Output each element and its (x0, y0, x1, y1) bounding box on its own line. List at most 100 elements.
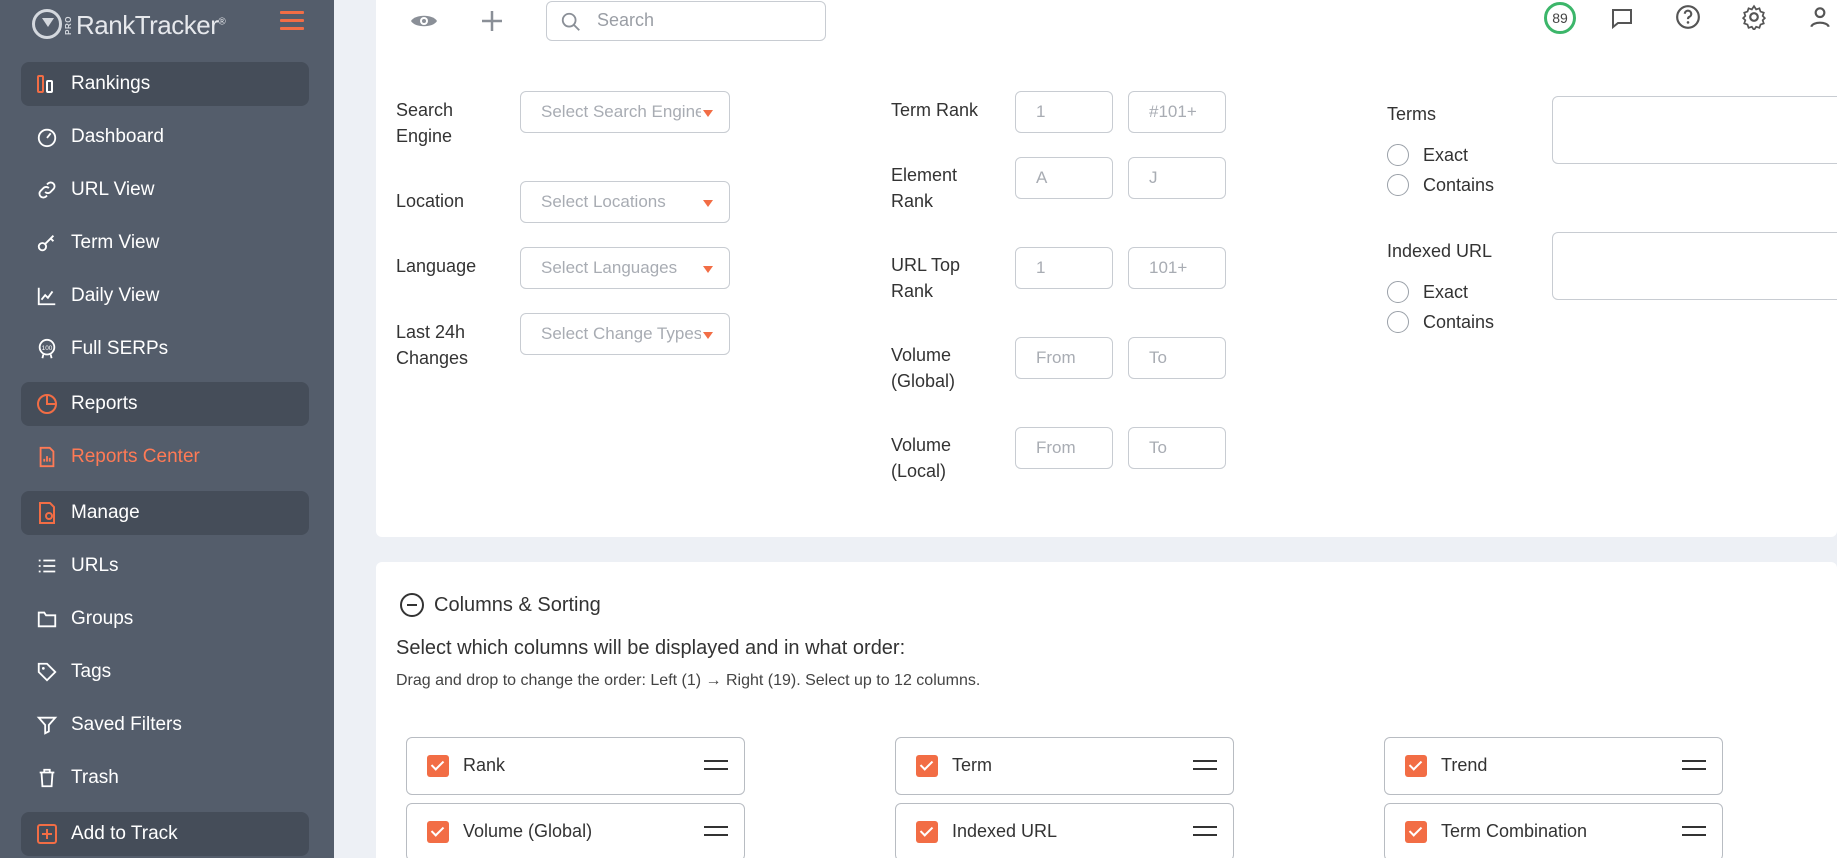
search-input[interactable] (597, 10, 807, 31)
radio-label: Contains (1423, 311, 1495, 332)
registered-mark: ® (218, 16, 226, 28)
drag-handle-icon[interactable] (704, 760, 728, 772)
checkbox[interactable] (916, 755, 938, 777)
logo-badge: PRO (64, 16, 73, 35)
volume-local-to-input[interactable] (1128, 427, 1226, 469)
columns-subtitle: Select which columns will be displayed a… (396, 637, 906, 659)
element-rank-from-input[interactable] (1015, 157, 1113, 199)
checkbox[interactable] (427, 821, 449, 843)
drag-handle-icon[interactable] (1682, 760, 1706, 772)
plus-square-icon (35, 822, 59, 846)
column-item-term[interactable]: Term (895, 737, 1234, 795)
volume-global-from-input[interactable] (1015, 337, 1113, 379)
rankings-icon (35, 72, 59, 96)
hamburger-menu-icon[interactable] (280, 11, 304, 31)
change-types-select[interactable]: Select Change Types (520, 313, 730, 355)
checkbox[interactable] (427, 755, 449, 777)
indexed-url-textarea[interactable] (1552, 232, 1837, 300)
sidebar-item-reports[interactable]: Reports (21, 382, 309, 426)
filter-icon (35, 713, 59, 737)
manage-doc-icon (35, 501, 59, 525)
column-label: Term (952, 755, 992, 775)
search-engine-select[interactable]: Select Search Engine (520, 91, 730, 133)
column-item-volume-global[interactable]: Volume (Global) (406, 803, 745, 858)
drag-handle-icon[interactable] (1193, 826, 1217, 838)
column-item-term-combination[interactable]: Term Combination (1384, 803, 1723, 858)
element-rank-to-input[interactable] (1128, 157, 1226, 199)
sidebar-item-trash[interactable]: Trash (21, 756, 309, 800)
sidebar-item-term-view[interactable]: Term View (21, 221, 309, 265)
terms-textarea[interactable] (1552, 96, 1837, 164)
user-icon[interactable] (1804, 2, 1836, 32)
sidebar-item-tags[interactable]: Tags (21, 650, 309, 694)
sidebar-item-label: Term View (71, 232, 160, 253)
gear-icon[interactable] (1738, 2, 1770, 32)
sidebar-item-label: Rankings (71, 73, 151, 94)
add-icon[interactable] (476, 6, 508, 36)
column-label: Indexed URL (952, 821, 1058, 841)
volume-local-label: Volume (Local) (891, 435, 952, 481)
drag-handle-icon[interactable] (1682, 826, 1706, 838)
eye-icon[interactable] (408, 6, 440, 36)
sidebar-item-rankings[interactable]: Rankings (21, 62, 309, 106)
sidebar-item-label: Groups (71, 608, 134, 629)
terms-contains-radio[interactable]: Contains (1387, 172, 1494, 198)
indexed-url-exact-radio[interactable]: Exact (1387, 279, 1468, 305)
drag-handle-icon[interactable] (704, 826, 728, 838)
search-box[interactable] (546, 1, 826, 41)
key-icon (35, 231, 59, 255)
location-label: Location (396, 191, 465, 211)
terms-exact-radio[interactable]: Exact (1387, 142, 1468, 168)
sidebar-item-label: Daily View (71, 285, 160, 306)
sidebar-item-saved-filters[interactable]: Saved Filters (21, 703, 309, 747)
sidebar-item-manage[interactable]: Manage (21, 491, 309, 535)
logo-text: RankTracker (76, 10, 219, 40)
pie-chart-icon (35, 392, 59, 416)
url-top-rank-to-input[interactable] (1128, 247, 1226, 289)
sidebar-item-label: Reports Center (71, 446, 200, 467)
column-item-indexed-url[interactable]: Indexed URL (895, 803, 1234, 858)
language-select[interactable]: Select Languages (520, 247, 730, 289)
terms-label: Terms (1387, 104, 1436, 124)
column-item-rank[interactable]: Rank (406, 737, 745, 795)
sidebar-item-dashboard[interactable]: Dashboard (21, 115, 309, 159)
volume-global-label: Volume (Global) (891, 345, 956, 391)
volume-local-from-input[interactable] (1015, 427, 1113, 469)
sidebar-item-groups[interactable]: Groups (21, 597, 309, 641)
sidebar-item-label: Add to Track (71, 823, 178, 844)
select-placeholder: Select Change Types (541, 324, 701, 343)
sidebar-item-reports-center[interactable]: Reports Center (21, 435, 309, 479)
sidebar-item-urls[interactable]: URLs (21, 544, 309, 588)
indexed-url-contains-radio[interactable]: Contains (1387, 309, 1494, 335)
radio-circle (1387, 311, 1409, 333)
location-select[interactable]: Select Locations (520, 181, 730, 223)
report-doc-icon (35, 445, 59, 469)
url-top-rank-from-input[interactable] (1015, 247, 1113, 289)
drag-handle-icon[interactable] (1193, 760, 1217, 772)
checkbox[interactable] (1405, 755, 1427, 777)
checkbox[interactable] (1405, 821, 1427, 843)
sidebar-item-url-view[interactable]: URL View (21, 168, 309, 212)
filters-panel: Search Engine Select Search Engine Locat… (376, 12, 1837, 537)
indexed-url-label: Indexed URL (1387, 241, 1493, 261)
volume-global-to-input[interactable] (1128, 337, 1226, 379)
score-badge[interactable]: 89 (1544, 2, 1576, 34)
sidebar-item-add-to-track[interactable]: Add to Track (21, 812, 309, 856)
logo[interactable]: PRO RankTracker® (30, 4, 310, 40)
sidebar-item-daily-view[interactable]: Daily View (21, 274, 309, 318)
search-engine-label: Search Engine (396, 100, 454, 146)
search-icon (560, 11, 582, 38)
element-rank-label: Element Rank (891, 165, 958, 211)
language-label: Language (396, 256, 477, 276)
columns-sorting-toggle[interactable]: Columns & Sorting (400, 590, 601, 620)
column-item-trend[interactable]: Trend (1384, 737, 1723, 795)
collapse-icon (400, 593, 424, 617)
term-rank-from-input[interactable] (1015, 91, 1113, 133)
columns-hint: Drag and drop to change the order: Left … (396, 672, 981, 689)
checkbox[interactable] (916, 821, 938, 843)
sidebar-item-full-serps[interactable]: 100 Full SERPs (21, 327, 309, 371)
term-rank-to-input[interactable] (1128, 91, 1226, 133)
help-icon[interactable] (1672, 2, 1704, 32)
chat-icon[interactable] (1606, 4, 1638, 34)
changes-label: Last 24h Changes (396, 322, 469, 368)
